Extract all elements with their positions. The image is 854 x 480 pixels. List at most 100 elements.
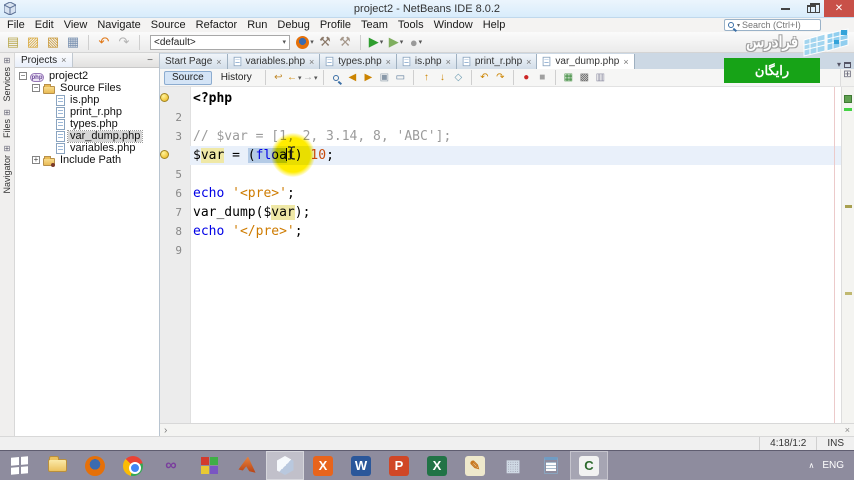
taskbar-netbeans[interactable]	[266, 451, 304, 480]
code-template-icon[interactable]: ▥	[593, 70, 608, 85]
hint-bulb-icon[interactable]	[160, 150, 169, 159]
menu-tools[interactable]: Tools	[393, 18, 429, 32]
sidebar-tab-navigator[interactable]: ⊞ Navigator	[2, 143, 12, 196]
back-icon[interactable]: ← ▾	[287, 70, 302, 85]
line-gutter[interactable]: 5	[160, 165, 190, 184]
tree-item-types-php[interactable]: types.php	[15, 118, 159, 130]
search-input[interactable]	[742, 20, 817, 30]
projects-minimize-icon[interactable]: −	[141, 55, 159, 66]
debug-project-icon[interactable]: ▶ ▾	[387, 34, 405, 51]
menu-refactor[interactable]: Refactor	[191, 18, 243, 32]
taskbar-start[interactable]	[0, 451, 38, 480]
menu-debug[interactable]: Debug	[272, 18, 314, 32]
taskbar-snagit[interactable]: ✎	[456, 451, 494, 480]
language-indicator[interactable]: ENG	[822, 460, 844, 471]
line-gutter[interactable]	[160, 89, 190, 108]
menu-team[interactable]: Team	[356, 18, 393, 32]
collapse-icon[interactable]: −	[19, 72, 27, 80]
view-history-button[interactable]: History	[213, 71, 260, 85]
menu-edit[interactable]: Edit	[30, 18, 59, 32]
forward-icon[interactable]: → ▾	[303, 70, 318, 85]
tab-variables-php[interactable]: variables.php ×	[227, 54, 321, 69]
taskbar-xampp[interactable]: X	[304, 451, 342, 480]
line-gutter[interactable]: 2	[160, 108, 190, 127]
taskbar-file-explorer[interactable]	[38, 451, 76, 480]
tab-close-icon[interactable]: ×	[446, 57, 451, 67]
find-selection-icon[interactable]	[329, 70, 344, 85]
menu-view[interactable]: View	[59, 18, 93, 32]
last-edited-icon[interactable]: ↩	[271, 70, 286, 85]
tab-list-icon[interactable]: ▾	[837, 60, 841, 69]
restore-button[interactable]	[798, 0, 824, 17]
quick-search[interactable]: ▾	[724, 19, 821, 31]
taskbar-word[interactable]: W	[342, 451, 380, 480]
close-button[interactable]: ✕	[824, 0, 854, 17]
sidebar-tab-files[interactable]: ⊞ Files	[2, 107, 12, 140]
uncomment-icon[interactable]: ▩	[577, 70, 592, 85]
menu-source[interactable]: Source	[146, 18, 191, 32]
taskbar-excel[interactable]: X	[418, 451, 456, 480]
tab-close-icon[interactable]: ×	[309, 57, 314, 67]
maximize-editor-icon[interactable]	[844, 61, 851, 68]
tab-var-dump-php[interactable]: var_dump.php ×	[537, 54, 635, 69]
taskbar-calculator[interactable]: ▦	[494, 451, 532, 480]
line-gutter[interactable]: 3	[160, 127, 190, 146]
menu-profile[interactable]: Profile	[315, 18, 356, 32]
comment-icon[interactable]: ▦	[561, 70, 576, 85]
find-next-icon[interactable]: ▶	[361, 70, 376, 85]
new-file-icon[interactable]: ▤	[4, 34, 22, 51]
tab-is-php[interactable]: is.php ×	[396, 54, 457, 69]
open-project-icon[interactable]: ▧	[44, 34, 62, 51]
split-editor-button[interactable]: ⊞	[840, 69, 854, 86]
line-gutter[interactable]: 8	[160, 222, 190, 241]
expand-icon[interactable]: +	[32, 156, 40, 164]
shift-left-icon[interactable]: ↶	[477, 70, 492, 85]
toggle-highlight-icon[interactable]: ▣	[377, 70, 392, 85]
tab-print-r-php[interactable]: print_r.php ×	[456, 54, 538, 69]
menu-file[interactable]: File	[2, 18, 30, 32]
run-project-icon[interactable]: ▶ ▾	[367, 34, 385, 51]
shift-right-icon[interactable]: ↷	[493, 70, 508, 85]
undo-icon[interactable]: ↶	[95, 34, 113, 51]
breadcrumb-close-icon[interactable]: ×	[845, 425, 850, 435]
rectangular-selection-icon[interactable]: ▭	[393, 70, 408, 85]
collapse-icon[interactable]: −	[32, 84, 40, 92]
save-all-icon[interactable]: ▦	[64, 34, 82, 51]
tab-close-icon[interactable]: ×	[216, 57, 221, 67]
tree-item-is-php[interactable]: is.php	[15, 94, 159, 106]
browser-firefox-icon[interactable]: ▾	[296, 34, 314, 51]
new-project-icon[interactable]: ▨	[24, 34, 42, 51]
build-project-icon[interactable]: ⚒	[316, 34, 334, 51]
tree-item-source-files[interactable]: − Source Files	[15, 82, 159, 94]
clean-build-project-icon[interactable]: ⚒	[336, 34, 354, 51]
taskbar-visual-studio[interactable]: ∞	[152, 451, 190, 480]
tab-close-icon[interactable]: ×	[526, 57, 531, 67]
error-stripe[interactable]	[841, 87, 854, 423]
taskbar-camtasia[interactable]: C	[570, 451, 608, 480]
find-previous-icon[interactable]: ◀	[345, 70, 360, 85]
tree-item-include-path[interactable]: + Include Path	[15, 154, 159, 167]
previous-bookmark-icon[interactable]: ↑	[419, 70, 434, 85]
taskbar-chrome[interactable]	[114, 451, 152, 480]
menu-window[interactable]: Window	[429, 18, 478, 32]
line-gutter[interactable]	[160, 146, 190, 165]
redo-icon[interactable]: ↷	[115, 34, 133, 51]
line-gutter[interactable]: 6	[160, 184, 190, 203]
tab-start-page[interactable]: Start Page ×	[160, 54, 228, 69]
config-combobox[interactable]: <default> ▾	[150, 34, 290, 50]
view-source-button[interactable]: Source	[164, 70, 212, 85]
tab-types-php[interactable]: types.php ×	[320, 54, 397, 69]
tab-close-icon[interactable]: ×	[623, 57, 628, 67]
menu-navigate[interactable]: Navigate	[92, 18, 145, 32]
sidebar-tab-services[interactable]: ⊞ Services	[2, 55, 12, 104]
next-bookmark-icon[interactable]: ↓	[435, 70, 450, 85]
tree-item-project2[interactable]: − php project2	[15, 70, 159, 82]
tray-expand-icon[interactable]: ∧	[808, 461, 814, 470]
menu-help[interactable]: Help	[478, 18, 511, 32]
hint-bulb-icon[interactable]	[160, 93, 169, 102]
tree-item-print-r-php[interactable]: print_r.php	[15, 106, 159, 118]
tab-close-icon[interactable]: ×	[386, 57, 391, 67]
minimize-button[interactable]	[772, 0, 798, 17]
tree-item-variables-php[interactable]: variables.php	[15, 142, 159, 154]
line-gutter[interactable]: 9	[160, 241, 190, 260]
